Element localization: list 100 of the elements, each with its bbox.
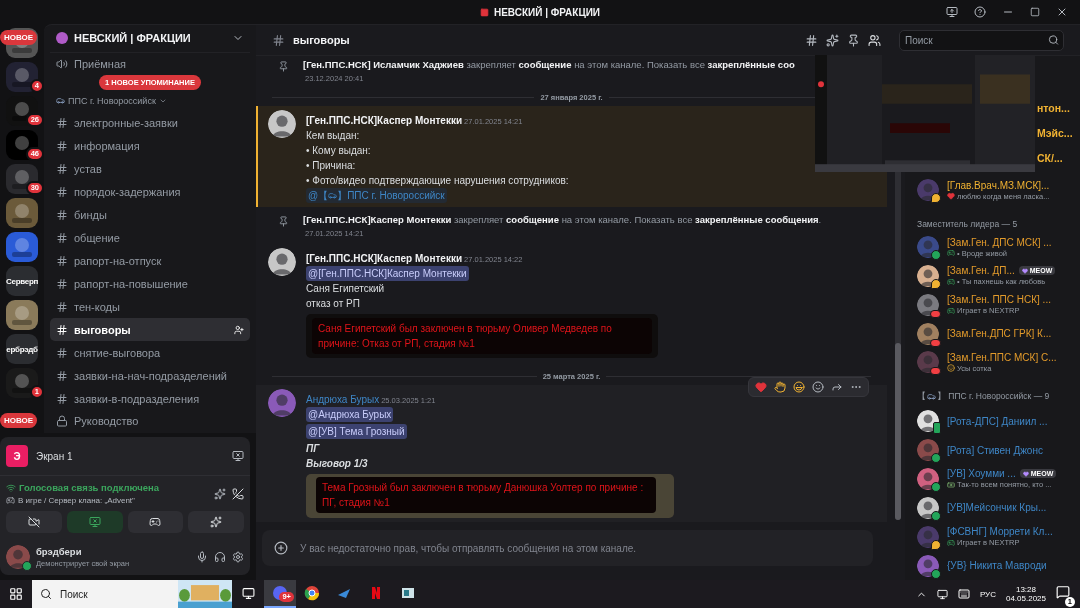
channel-item[interactable]: бинды <box>50 203 250 227</box>
server-icon[interactable]: Серверп <box>6 266 38 296</box>
channel-item[interactable]: общение <box>50 226 250 250</box>
notifications-icon[interactable] <box>1056 585 1070 599</box>
pin-notice: [Ген.ППС.НСК] Исламчик Хаджиев закрепляет сообщение на этом канале. Показать все закреплённые соо <box>303 59 795 70</box>
help-icon[interactable] <box>974 6 986 18</box>
voice-control-button[interactable] <box>66 511 123 533</box>
author-name[interactable]: Андрюха Бурых <box>306 394 380 405</box>
voice-control-button[interactable] <box>127 511 184 533</box>
member-name[interactable]: нтон... <box>1037 100 1070 115</box>
stop-stream-icon[interactable] <box>232 450 244 462</box>
hand-icon[interactable] <box>774 381 786 393</box>
avatar <box>268 110 296 138</box>
gamepad-icon <box>947 538 955 547</box>
member-name[interactable]: [Рота-ДПС] Даниил ... <box>947 415 1048 427</box>
new-pill[interactable]: НОВОЕ <box>0 30 38 45</box>
image-embed[interactable]: Тема Грозный был заключен в тюрьму Данюшка Уолтер по причине : ПГ, стадия №1 <box>306 474 674 518</box>
hash-icon <box>56 277 68 290</box>
add-icon[interactable] <box>274 541 288 555</box>
member-name[interactable]: [Зам.Ген.ДПС ГРК] К... <box>947 328 1052 340</box>
voice-control-button[interactable] <box>6 511 62 533</box>
avatar <box>917 525 939 548</box>
microphone-icon[interactable] <box>196 551 208 563</box>
member-name[interactable]: [Рота] Стивен Джонс <box>947 444 1043 456</box>
hash-icon <box>56 140 68 153</box>
member-name[interactable]: {УВ} Никита Мавроди <box>947 560 1047 571</box>
smile-icon <box>947 364 955 373</box>
voice-status[interactable]: Голосовая связь подключена <box>19 482 159 493</box>
disconnect-icon[interactable] <box>232 487 244 500</box>
channel-item[interactable]: Руководство <box>50 410 250 433</box>
channel-item[interactable]: рапорт-на-повышение <box>50 272 250 296</box>
server-icon[interactable] <box>6 164 38 194</box>
keyboard-icon[interactable] <box>957 588 970 600</box>
message-text: • Фото/видео подтверждающие нарушения сотрудников: <box>306 174 569 188</box>
maximize-icon[interactable] <box>1030 7 1040 17</box>
member-name[interactable]: [Зам.Ген.ППС МСК] С... <box>947 351 1057 363</box>
member-name[interactable]: [УВ] Хоумми ... <box>947 468 1016 480</box>
hash-icon <box>56 186 68 199</box>
member-name[interactable]: [Глав.Врач.МЗ.МСК]... <box>947 179 1050 191</box>
channel-item[interactable]: выговоры <box>50 318 250 342</box>
hash-icon <box>56 323 68 336</box>
hash-icon <box>56 231 68 244</box>
settings-icon[interactable] <box>232 551 244 563</box>
signal-icon <box>6 482 16 493</box>
clock-time[interactable]: 13:28 <box>1015 585 1036 594</box>
member-name[interactable]: СК/... <box>1037 150 1063 165</box>
forward-icon[interactable] <box>831 381 843 393</box>
channel-item[interactable]: порядок-задержания <box>50 180 250 204</box>
channel-title: выговоры <box>293 34 351 46</box>
member-name[interactable]: [Зам.Ген. ДП... <box>947 265 1015 277</box>
server-icon[interactable] <box>6 300 38 330</box>
member-name[interactable]: [Зам.Ген. ППС НСК] ... <box>947 294 1051 306</box>
members-icon[interactable] <box>868 33 881 47</box>
member-group-title: Заместитель лидера — 5 <box>917 218 1019 229</box>
role-mention[interactable]: @【 】ППС г. Новороссийск <box>306 188 447 203</box>
member-name[interactable]: [УВ]Мейсончик Кры... <box>947 502 1047 514</box>
channel-item[interactable]: электронные-заявки <box>50 111 250 135</box>
channel-item[interactable]: устав <box>50 157 250 181</box>
clock-date[interactable]: 04.05.2025 <box>1005 594 1046 603</box>
pin-icon[interactable] <box>847 33 860 47</box>
server-name[interactable]: НЕВСКИЙ | ФРАКЦИИ <box>74 32 226 45</box>
server-icon[interactable]: ербрэдб <box>6 334 38 364</box>
app-icon <box>400 585 416 601</box>
heart-icon[interactable] <box>755 381 767 393</box>
screen-share-icon[interactable] <box>946 6 958 18</box>
new-pill[interactable]: НОВОЕ <box>0 413 38 428</box>
image-embed[interactable]: Саня Египетский был заключен в тюрьму Оливер Медведев по причине: Отказ от РП, стадия №1 <box>306 314 658 358</box>
member-name[interactable]: [Зам.Ген. ДПС МСК] ... <box>947 236 1052 248</box>
server-icon[interactable] <box>6 130 38 160</box>
car-icon <box>927 392 936 402</box>
member-group-title: 【 】 ППС г. Новороссийск — 9 <box>917 390 1051 403</box>
channel-item[interactable]: заявки-в-подразделения <box>50 387 250 410</box>
member-name[interactable]: Мэйс... <box>1037 125 1073 140</box>
add-member-icon[interactable] <box>234 324 244 335</box>
channel-item[interactable]: рапорт-на-отпуск <box>50 249 250 273</box>
app-icon <box>479 7 489 17</box>
voice-control-button[interactable] <box>188 511 244 533</box>
search-field[interactable]: Поиск <box>899 29 1064 51</box>
language-indicator[interactable]: РУС <box>979 589 996 599</box>
user-mention[interactable]: @Андрюха Бурых <box>306 407 394 422</box>
user-mention[interactable]: @[Ген.ППС.НСК]Каспер Монтекки <box>306 266 469 281</box>
server-icon <box>56 32 68 45</box>
add-reaction-icon[interactable] <box>812 381 824 393</box>
member-name[interactable]: [ФСВНГ] Моррети Кл... <box>947 526 1053 538</box>
channel-item[interactable]: информация <box>50 134 250 158</box>
lock-icon <box>56 415 68 428</box>
headphones-icon[interactable] <box>214 551 226 563</box>
channel-item[interactable]: снятие-выговора <box>50 341 250 365</box>
category-name[interactable]: ППС г. Новороссийск <box>68 95 156 106</box>
taskbar-search-field[interactable]: Поиск <box>32 580 178 608</box>
author-name[interactable]: [Ген.ППС.НСК]Каспер Монтекки <box>306 115 463 126</box>
speaker-icon <box>56 58 68 71</box>
channel-item[interactable]: заявки-на-нач-подразделений <box>50 364 250 388</box>
channel-name[interactable]: Приёмная <box>74 58 244 71</box>
user-name[interactable]: брэдбери <box>36 546 190 557</box>
user-mention[interactable]: @[УВ] Тема Грозный <box>306 424 407 439</box>
laughing-face-icon[interactable] <box>793 381 805 393</box>
author-name[interactable]: [Ген.ППС.НСК]Каспер Монтекки <box>306 253 463 264</box>
close-icon[interactable] <box>1056 6 1068 18</box>
channel-item[interactable]: тен-коды <box>50 295 250 319</box>
